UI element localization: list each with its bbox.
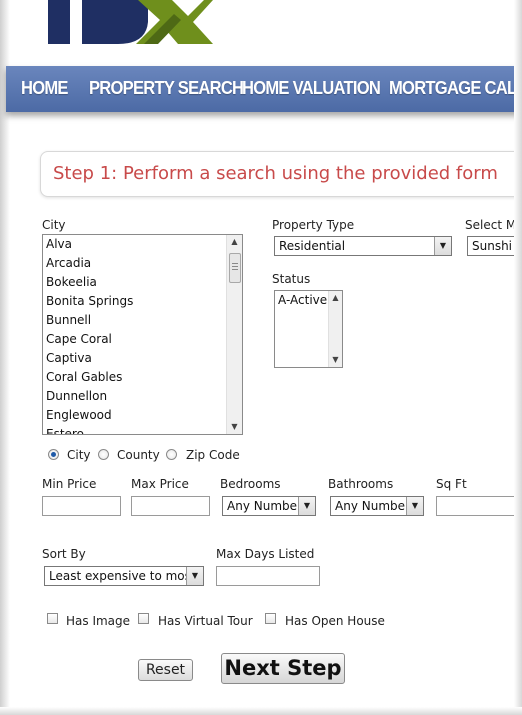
city-option[interactable]: Estero [43, 425, 242, 434]
property-type-select[interactable]: Residential ▼ [274, 236, 452, 256]
city-option[interactable]: Bunnell [43, 311, 242, 330]
city-list-scrollbar[interactable]: ▲ ▼ [226, 235, 242, 434]
main-nav-bar: HOME PROPERTY SEARCH HOME VALUATION MORT… [6, 66, 522, 112]
step-title: Step 1: Perform a search using the provi… [53, 163, 498, 184]
city-option[interactable]: Alva [43, 235, 242, 254]
dropdown-arrow-icon: ▼ [298, 497, 315, 515]
dropdown-arrow-icon: ▼ [434, 237, 451, 255]
sqft-input[interactable] [436, 496, 522, 516]
city-option[interactable]: Captiva [43, 349, 242, 368]
bedrooms-value: Any Number [227, 499, 302, 513]
bedrooms-select[interactable]: Any Number ▼ [222, 496, 316, 516]
radio-county-label: County [117, 448, 160, 462]
city-option[interactable]: Arcadia [43, 254, 242, 273]
city-label: City [42, 218, 66, 232]
reset-button[interactable]: Reset [138, 659, 193, 681]
city-option[interactable]: Bonita Springs [43, 292, 242, 311]
city-listbox[interactable]: Alva Arcadia Bokeelia Bonita Springs Bun… [42, 234, 243, 435]
radio-zip-code[interactable] [166, 449, 177, 460]
radio-city-label: City [67, 448, 91, 462]
radio-zip-code-label: Zip Code [186, 448, 240, 462]
property-type-value: Residential [279, 239, 346, 253]
has-open-house-checkbox[interactable] [265, 613, 276, 624]
city-option[interactable]: Coral Gables [43, 368, 242, 387]
scroll-thumb[interactable] [229, 253, 241, 283]
bathrooms-label: Bathrooms [328, 477, 394, 491]
has-virtual-tour-label: Has Virtual Tour [158, 614, 253, 628]
window-shadow-right [514, 0, 522, 715]
status-label: Status [272, 272, 311, 286]
sort-by-select[interactable]: Least expensive to most ▼ [44, 566, 204, 586]
bedrooms-label: Bedrooms [220, 477, 281, 491]
sort-by-value: Least expensive to most [49, 569, 196, 583]
scroll-down-arrow-icon[interactable]: ▼ [329, 353, 342, 367]
next-step-button[interactable]: Next Step [221, 653, 345, 684]
nav-home[interactable]: HOME [21, 78, 68, 99]
step-header-box: Step 1: Perform a search using the provi… [40, 151, 522, 197]
sort-by-label: Sort By [42, 547, 86, 561]
area-select-value: Sunshi [472, 239, 513, 253]
sqft-label: Sq Ft [436, 477, 467, 491]
city-option[interactable]: Bokeelia [43, 273, 242, 292]
window-shadow-bottom [0, 707, 522, 715]
city-option[interactable]: Englewood [43, 406, 242, 425]
dropdown-arrow-icon: ▼ [406, 497, 423, 515]
max-price-input[interactable] [131, 496, 210, 516]
bathrooms-select[interactable]: Any Number ▼ [330, 496, 424, 516]
city-option[interactable]: Cape Coral [43, 330, 242, 349]
has-virtual-tour-checkbox[interactable] [138, 613, 149, 624]
radio-county[interactable] [98, 449, 109, 460]
nav-mortgage-calculator[interactable]: MORTGAGE CALCU [389, 78, 522, 99]
radio-city[interactable] [48, 449, 59, 460]
bathrooms-value: Any Number [335, 499, 410, 513]
dropdown-arrow-icon: ▼ [186, 567, 203, 585]
nav-home-valuation[interactable]: HOME VALUATION [242, 78, 381, 99]
scroll-down-arrow-icon[interactable]: ▼ [227, 420, 242, 434]
property-type-label: Property Type [272, 218, 355, 232]
max-days-label: Max Days Listed [216, 547, 315, 561]
max-days-input[interactable] [216, 566, 320, 586]
min-price-input[interactable] [42, 496, 121, 516]
select-area-label: Select M [465, 218, 517, 232]
nav-property-search[interactable]: PROPERTY SEARCH [89, 78, 244, 99]
scroll-up-arrow-icon[interactable]: ▲ [227, 235, 242, 249]
city-option[interactable]: Dunnellon [43, 387, 242, 406]
status-list-scrollbar[interactable]: ▲ ▼ [328, 291, 342, 367]
has-open-house-label: Has Open House [285, 614, 385, 628]
page-frame: HOME PROPERTY SEARCH HOME VALUATION MORT… [0, 0, 522, 715]
max-price-label: Max Price [131, 477, 189, 491]
has-image-checkbox[interactable] [47, 613, 58, 624]
scroll-up-arrow-icon[interactable]: ▲ [329, 291, 342, 305]
idx-logo [48, 0, 213, 44]
has-image-label: Has Image [66, 614, 131, 628]
min-price-label: Min Price [42, 477, 97, 491]
status-listbox[interactable]: A-Active ▲ ▼ [274, 290, 343, 368]
